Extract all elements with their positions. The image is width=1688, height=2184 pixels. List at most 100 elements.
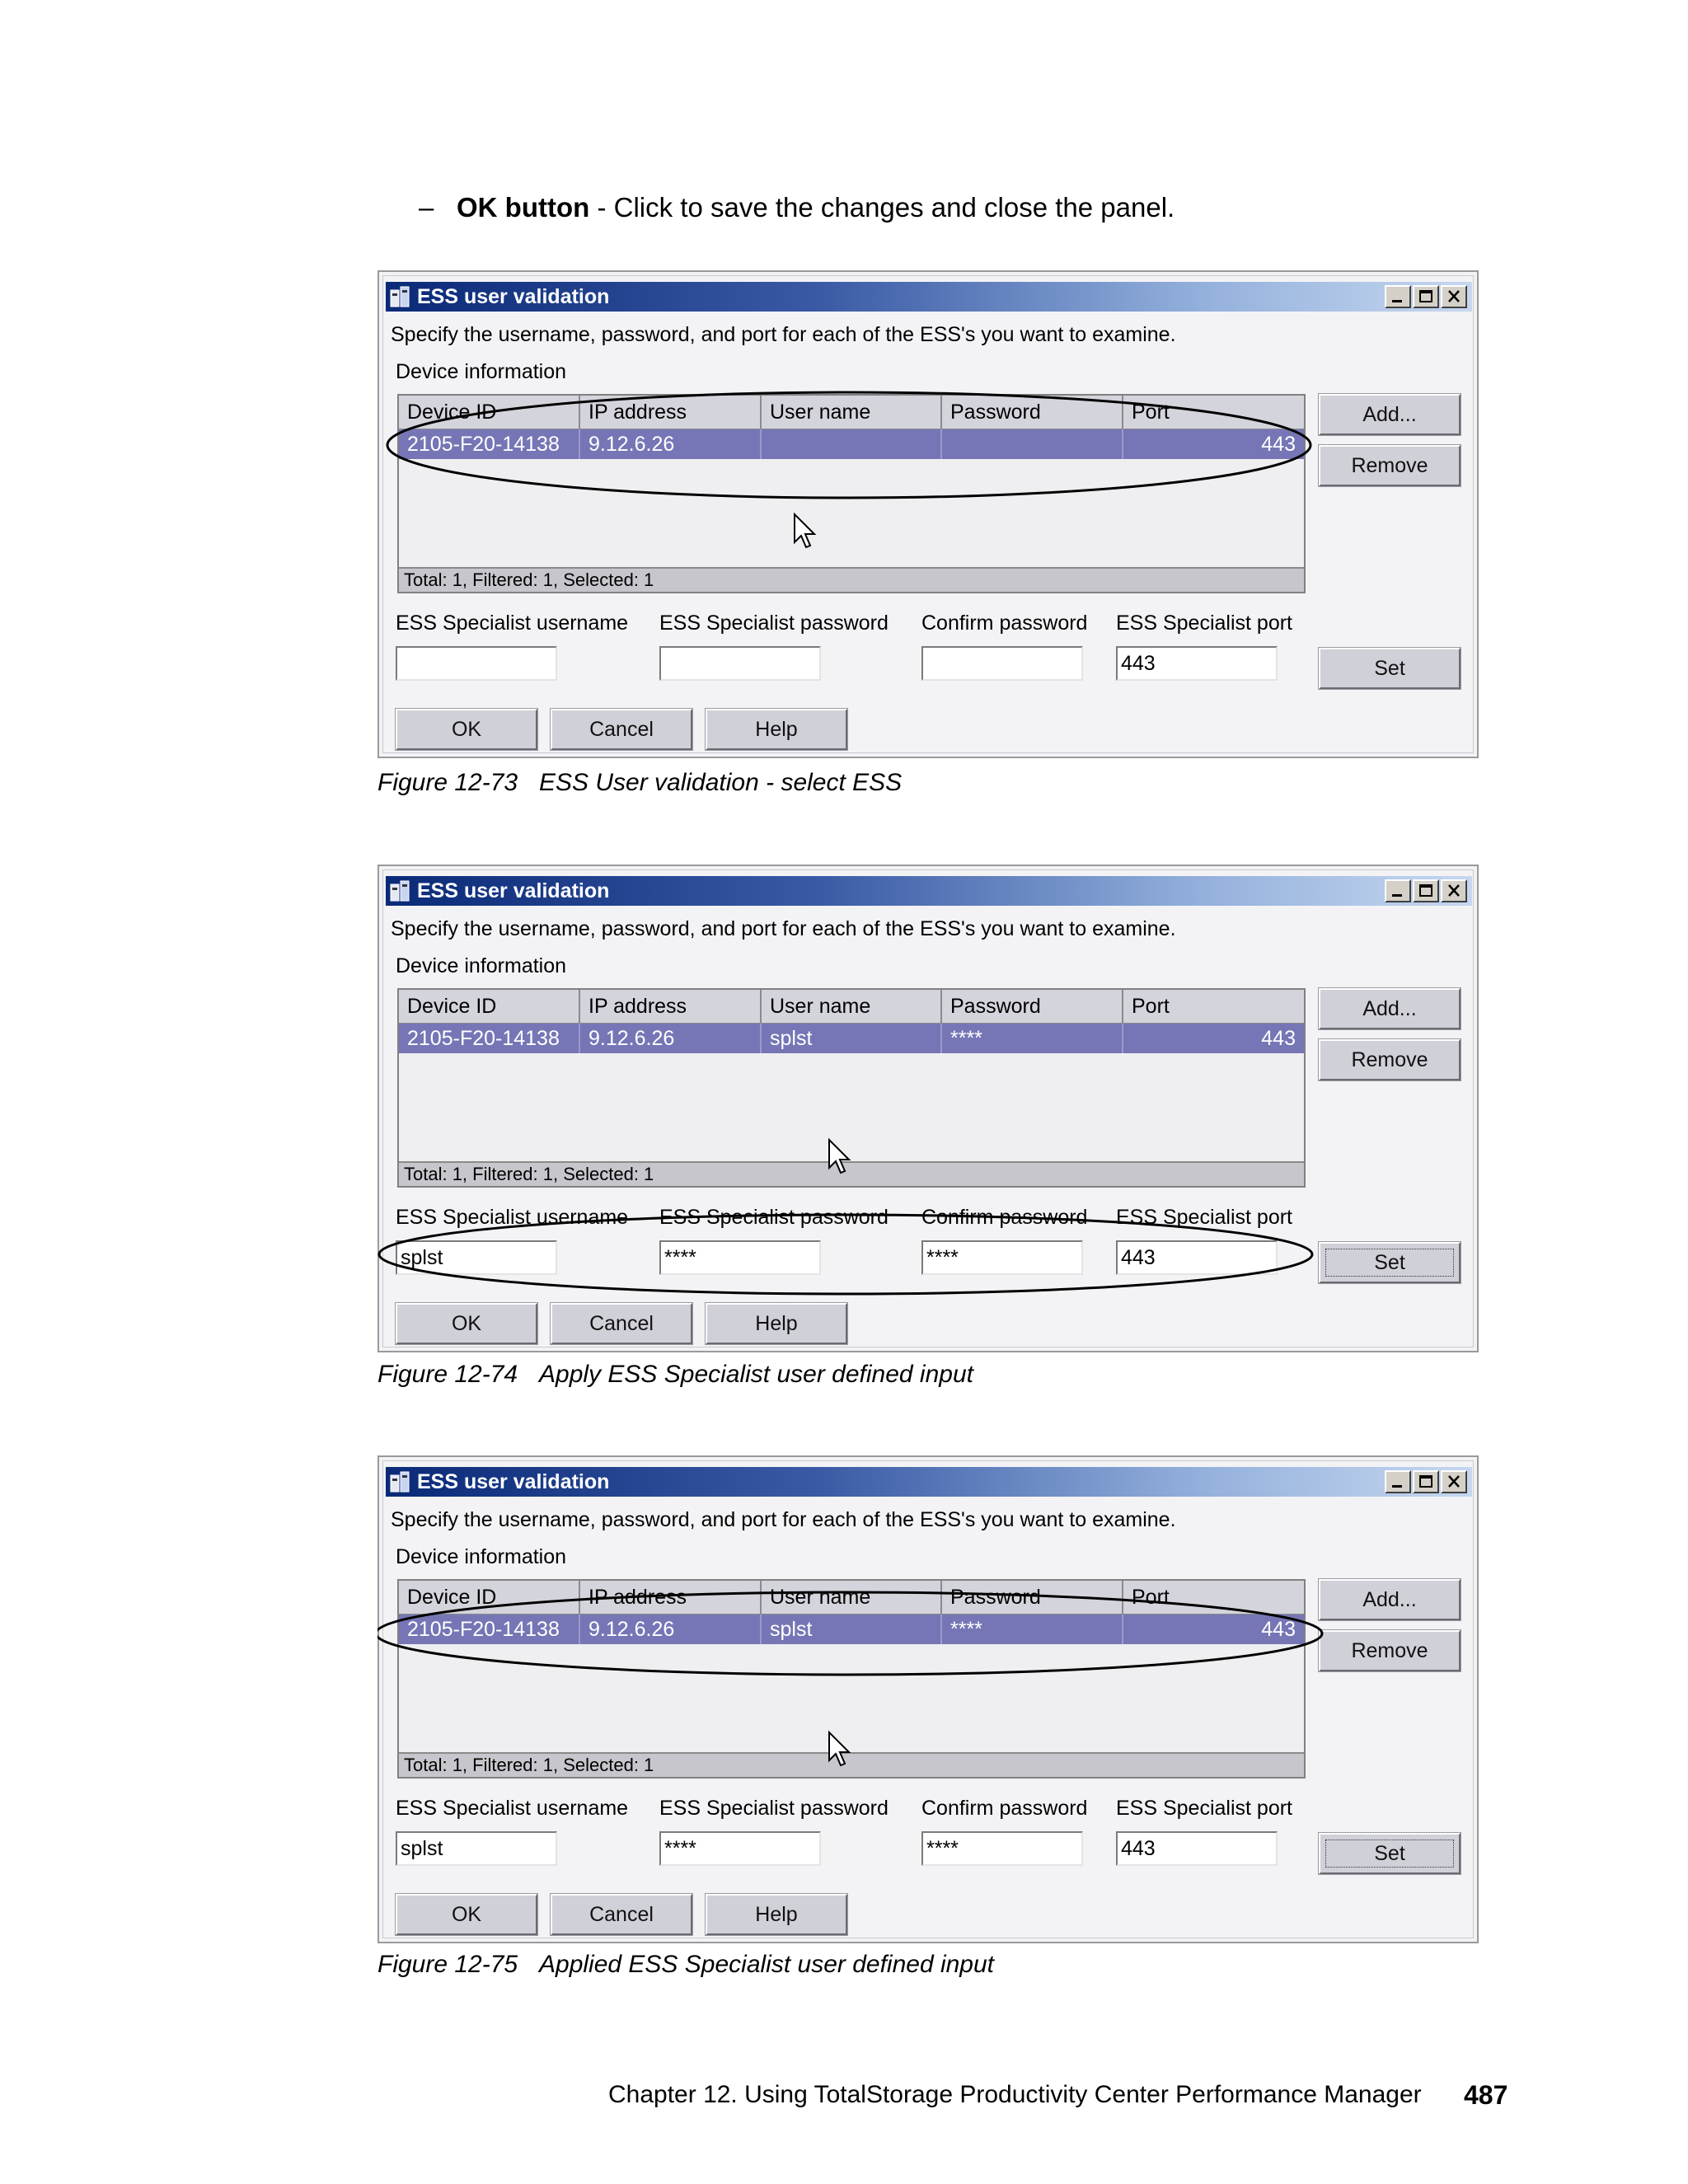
maximize-button[interactable] bbox=[1413, 879, 1439, 902]
column-header-port[interactable]: Port bbox=[1123, 396, 1304, 429]
cell-ip-address: 9.12.6.26 bbox=[580, 1024, 762, 1053]
column-header-ip-address[interactable]: IP address bbox=[580, 990, 762, 1023]
close-icon bbox=[1448, 884, 1460, 897]
column-header-password[interactable]: Password bbox=[942, 990, 1123, 1023]
title-bar[interactable]: ESS user validation bbox=[386, 1467, 1472, 1497]
confirm-password-field[interactable] bbox=[921, 646, 1083, 681]
column-header-device-id[interactable]: Device ID bbox=[399, 990, 580, 1023]
cancel-button[interactable]: Cancel bbox=[550, 1302, 693, 1345]
column-header-port[interactable]: Port bbox=[1123, 1581, 1304, 1614]
column-header-port[interactable]: Port bbox=[1123, 990, 1304, 1023]
minimize-button[interactable] bbox=[1385, 1470, 1411, 1493]
intro-text: - Click to save the changes and close th… bbox=[589, 192, 1175, 223]
column-header-ip-address[interactable]: IP address bbox=[580, 396, 762, 429]
add-button[interactable]: Add... bbox=[1318, 987, 1461, 1030]
close-button[interactable] bbox=[1441, 879, 1467, 902]
table-header: Device ID IP address User name Password … bbox=[399, 396, 1304, 429]
cell-ip-address: 9.12.6.26 bbox=[580, 429, 762, 459]
password-label: ESS Specialist password bbox=[659, 1206, 889, 1229]
close-icon bbox=[1448, 290, 1460, 302]
remove-button[interactable]: Remove bbox=[1318, 1038, 1461, 1081]
table-row[interactable]: 2105-F20-14138 9.12.6.26 splst **** 443 bbox=[399, 1024, 1304, 1053]
username-field[interactable]: splst bbox=[396, 1831, 557, 1866]
maximize-icon bbox=[1419, 290, 1432, 302]
minimize-button[interactable] bbox=[1385, 879, 1411, 902]
port-field[interactable]: 443 bbox=[1116, 1831, 1278, 1866]
maximize-icon bbox=[1419, 884, 1432, 897]
add-button[interactable]: Add... bbox=[1318, 393, 1461, 436]
password-field[interactable] bbox=[659, 646, 821, 681]
column-header-user-name[interactable]: User name bbox=[762, 396, 942, 429]
cell-password bbox=[942, 429, 1123, 459]
window-title: ESS user validation bbox=[417, 879, 610, 902]
column-header-device-id[interactable]: Device ID bbox=[399, 396, 580, 429]
table-row[interactable]: 2105-F20-14138 9.12.6.26 443 bbox=[399, 429, 1304, 459]
password-field[interactable]: **** bbox=[659, 1240, 821, 1275]
device-information-label: Device information bbox=[396, 360, 567, 383]
title-bar[interactable]: ESS user validation bbox=[386, 282, 1472, 312]
password-label: ESS Specialist password bbox=[659, 1797, 889, 1820]
port-label: ESS Specialist port bbox=[1116, 612, 1292, 635]
username-field[interactable] bbox=[396, 646, 557, 681]
cancel-button[interactable]: Cancel bbox=[550, 708, 693, 751]
username-field[interactable]: splst bbox=[396, 1240, 557, 1275]
bullet-dash: – bbox=[419, 192, 434, 223]
confirm-password-field[interactable]: **** bbox=[921, 1240, 1083, 1275]
figure-caption: Figure 12-75 Applied ESS Specialist user … bbox=[377, 1948, 994, 1981]
focus-ring bbox=[1325, 1840, 1454, 1868]
table-header: Device ID IP address User name Password … bbox=[399, 1581, 1304, 1615]
column-header-password[interactable]: Password bbox=[942, 1581, 1123, 1614]
intro-bold: OK button bbox=[457, 192, 590, 223]
username-label: ESS Specialist username bbox=[396, 612, 629, 635]
maximize-button[interactable] bbox=[1413, 1470, 1439, 1493]
minimize-icon bbox=[1392, 894, 1402, 897]
ok-button[interactable]: OK bbox=[395, 708, 538, 751]
port-field[interactable]: 443 bbox=[1116, 646, 1278, 681]
cell-device-id: 2105-F20-14138 bbox=[399, 1024, 580, 1053]
ok-button[interactable]: OK bbox=[395, 1893, 538, 1936]
help-button[interactable]: Help bbox=[705, 708, 848, 751]
password-field[interactable]: **** bbox=[659, 1831, 821, 1866]
page-number: 487 bbox=[1464, 2080, 1508, 2110]
set-button[interactable]: Set bbox=[1318, 1832, 1461, 1875]
device-table: Device ID IP address User name Password … bbox=[397, 394, 1306, 593]
title-bar[interactable]: ESS user validation bbox=[386, 876, 1472, 906]
instruction-text: Specify the username, password, and port… bbox=[391, 917, 1176, 940]
app-icon bbox=[390, 880, 410, 902]
caption-number: Figure 12-75 bbox=[377, 1951, 518, 1978]
dialog-window: ESS user validation Specify the username… bbox=[377, 865, 1479, 1352]
help-button[interactable]: Help bbox=[705, 1302, 848, 1345]
column-header-user-name[interactable]: User name bbox=[762, 1581, 942, 1614]
ok-button[interactable]: OK bbox=[395, 1302, 538, 1345]
cancel-button[interactable]: Cancel bbox=[550, 1893, 693, 1936]
device-table: Device ID IP address User name Password … bbox=[397, 1579, 1306, 1779]
page-footer: Chapter 12. Using TotalStorage Productiv… bbox=[608, 2079, 1507, 2111]
minimize-button[interactable] bbox=[1385, 285, 1411, 308]
column-header-device-id[interactable]: Device ID bbox=[399, 1581, 580, 1614]
set-button[interactable]: Set bbox=[1318, 647, 1461, 690]
focus-ring bbox=[1325, 1249, 1454, 1277]
table-row[interactable]: 2105-F20-14138 9.12.6.26 splst **** 443 bbox=[399, 1615, 1304, 1644]
close-button[interactable] bbox=[1441, 285, 1467, 308]
cell-device-id: 2105-F20-14138 bbox=[399, 1615, 580, 1644]
column-header-user-name[interactable]: User name bbox=[762, 990, 942, 1023]
remove-button[interactable]: Remove bbox=[1318, 1629, 1461, 1672]
maximize-button[interactable] bbox=[1413, 285, 1439, 308]
remove-button[interactable]: Remove bbox=[1318, 444, 1461, 487]
set-button[interactable]: Set bbox=[1318, 1241, 1461, 1284]
dialog-window: ESS user validation Specify the username… bbox=[377, 270, 1479, 758]
device-table: Device ID IP address User name Password … bbox=[397, 988, 1306, 1188]
cell-device-id: 2105-F20-14138 bbox=[399, 429, 580, 459]
column-header-password[interactable]: Password bbox=[942, 396, 1123, 429]
confirm-password-field[interactable]: **** bbox=[921, 1831, 1083, 1866]
help-button[interactable]: Help bbox=[705, 1893, 848, 1936]
username-label: ESS Specialist username bbox=[396, 1206, 629, 1229]
add-button[interactable]: Add... bbox=[1318, 1578, 1461, 1621]
column-header-ip-address[interactable]: IP address bbox=[580, 1581, 762, 1614]
close-button[interactable] bbox=[1441, 1470, 1467, 1493]
caption-number: Figure 12-74 bbox=[377, 1361, 518, 1388]
cell-port: 443 bbox=[1123, 429, 1304, 459]
window-title: ESS user validation bbox=[417, 1470, 610, 1493]
username-label: ESS Specialist username bbox=[396, 1797, 629, 1820]
port-field[interactable]: 443 bbox=[1116, 1240, 1278, 1275]
